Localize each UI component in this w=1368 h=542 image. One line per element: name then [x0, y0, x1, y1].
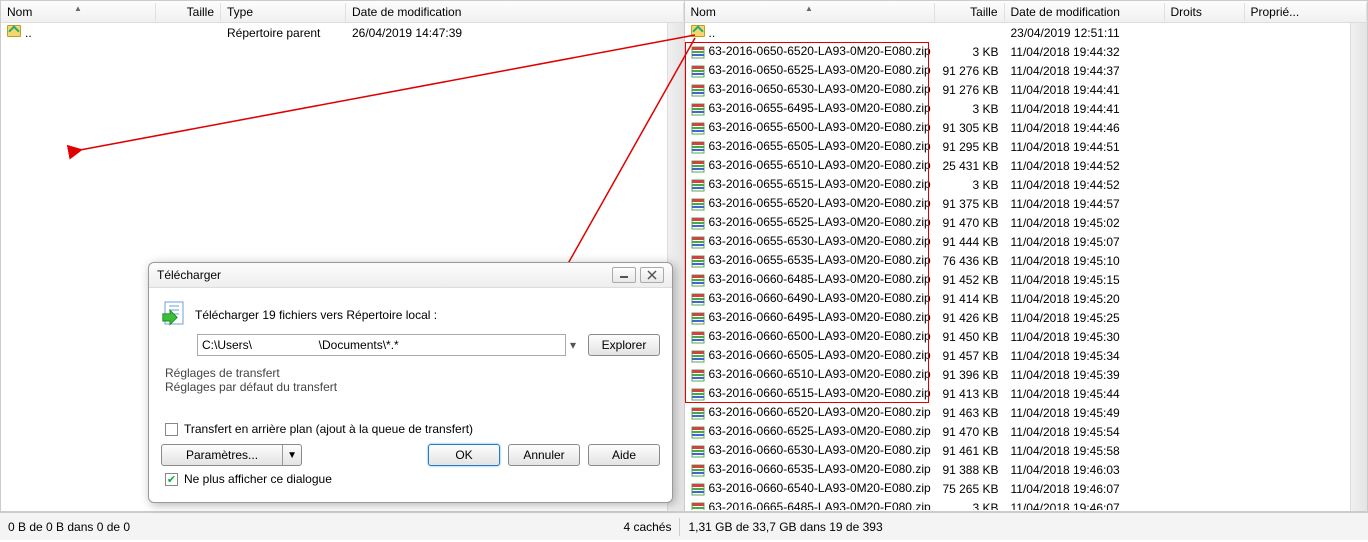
sort-asc-icon: ▲	[805, 4, 813, 13]
zip-icon	[691, 178, 705, 192]
dropdown-icon[interactable]: ▾	[566, 338, 580, 352]
right-file-list[interactable]: ..23/04/2019 12:51:1163-2016-0650-6520-L…	[685, 23, 1351, 510]
zip-icon	[691, 159, 705, 173]
zip-icon	[691, 444, 705, 458]
list-item[interactable]: 63-2016-0650-6530-LA93-0M20-E080.zip91 2…	[685, 80, 1351, 99]
list-item[interactable]: 63-2016-0655-6535-LA93-0M20-E080.zip76 4…	[685, 251, 1351, 270]
list-item[interactable]: 63-2016-0660-6510-LA93-0M20-E080.zip91 3…	[685, 365, 1351, 384]
list-item[interactable]: ..Répertoire parent26/04/2019 14:47:39	[1, 23, 667, 42]
list-item[interactable]: 63-2016-0650-6525-LA93-0M20-E080.zip91 2…	[685, 61, 1351, 80]
zip-icon	[691, 368, 705, 382]
settings-group-label: Réglages de transfert	[161, 366, 660, 380]
default-settings-label: Réglages par défaut du transfert	[161, 380, 660, 394]
list-item[interactable]: ..23/04/2019 12:51:11	[685, 23, 1351, 42]
zip-icon	[691, 330, 705, 344]
list-item[interactable]: 63-2016-0665-6485-LA93-0M20-E080.zip3 KB…	[685, 498, 1351, 510]
zip-icon	[691, 140, 705, 154]
col-size[interactable]: Taille	[935, 3, 1005, 21]
col-owner[interactable]: Proprié...	[1245, 3, 1368, 21]
path-input[interactable]	[197, 334, 566, 356]
zip-icon	[691, 64, 705, 78]
zip-icon	[691, 216, 705, 230]
col-type[interactable]: Type	[221, 3, 346, 21]
zip-icon	[691, 254, 705, 268]
list-item[interactable]: 63-2016-0655-6525-LA93-0M20-E080.zip91 4…	[685, 213, 1351, 232]
list-item[interactable]: 63-2016-0660-6515-LA93-0M20-E080.zip91 4…	[685, 384, 1351, 403]
col-name[interactable]: ▲ Nom	[1, 3, 156, 21]
list-item[interactable]: 63-2016-0655-6530-LA93-0M20-E080.zip91 4…	[685, 232, 1351, 251]
minimize-button[interactable]	[612, 267, 636, 283]
zip-icon	[691, 311, 705, 325]
chevron-down-icon[interactable]: ▼	[283, 445, 301, 465]
list-item[interactable]: 63-2016-0660-6485-LA93-0M20-E080.zip91 4…	[685, 270, 1351, 289]
list-item[interactable]: 63-2016-0655-6500-LA93-0M20-E080.zip91 3…	[685, 118, 1351, 137]
cancel-button[interactable]: Annuler	[508, 444, 580, 466]
no-show-label: Ne plus afficher ce dialogue	[184, 472, 332, 486]
bg-transfer-label: Transfert en arrière plan (ajout à la qu…	[184, 422, 473, 436]
zip-icon	[691, 501, 705, 510]
status-left: 0 B de 0 B dans 0 de 0	[0, 518, 138, 536]
zip-icon	[691, 121, 705, 135]
zip-icon	[691, 273, 705, 287]
right-header: ▲ Nom Taille Date de modification Droits…	[685, 1, 1368, 23]
ok-button[interactable]: OK	[428, 444, 500, 466]
list-item[interactable]: 63-2016-0655-6510-LA93-0M20-E080.zip25 4…	[685, 156, 1351, 175]
list-item[interactable]: 63-2016-0650-6520-LA93-0M20-E080.zip3 KB…	[685, 42, 1351, 61]
list-item[interactable]: 63-2016-0655-6505-LA93-0M20-E080.zip91 2…	[685, 137, 1351, 156]
col-rights[interactable]: Droits	[1165, 3, 1245, 21]
help-button[interactable]: Aide	[588, 444, 660, 466]
scrollbar[interactable]	[1350, 23, 1367, 511]
bg-transfer-checkbox[interactable]	[165, 423, 178, 436]
download-icon	[161, 300, 189, 330]
list-item[interactable]: 63-2016-0660-6500-LA93-0M20-E080.zip91 4…	[685, 327, 1351, 346]
list-item[interactable]: 63-2016-0660-6530-LA93-0M20-E080.zip91 4…	[685, 441, 1351, 460]
zip-icon	[691, 425, 705, 439]
dialog-desc: Télécharger 19 fichiers vers Répertoire …	[195, 308, 437, 322]
zip-icon	[691, 349, 705, 363]
list-item[interactable]: 63-2016-0655-6495-LA93-0M20-E080.zip3 KB…	[685, 99, 1351, 118]
zip-icon	[691, 83, 705, 97]
status-mid: 4 cachés	[615, 518, 679, 536]
col-size[interactable]: Taille	[156, 3, 221, 21]
zip-icon	[691, 235, 705, 249]
close-button[interactable]	[640, 267, 664, 283]
zip-icon	[691, 292, 705, 306]
col-name[interactable]: ▲ Nom	[685, 3, 935, 21]
status-right: 1,31 GB de 33,7 GB dans 19 de 393	[679, 518, 890, 536]
zip-icon	[691, 102, 705, 116]
list-item[interactable]: 63-2016-0660-6495-LA93-0M20-E080.zip91 4…	[685, 308, 1351, 327]
list-item[interactable]: 63-2016-0660-6520-LA93-0M20-E080.zip91 4…	[685, 403, 1351, 422]
list-item[interactable]: 63-2016-0660-6490-LA93-0M20-E080.zip91 4…	[685, 289, 1351, 308]
transfer-settings-button[interactable]: Paramètres... ▼	[161, 444, 302, 466]
download-dialog: Télécharger Télécharger 19 fichiers vers…	[148, 262, 673, 503]
col-modified[interactable]: Date de modification	[1005, 3, 1165, 21]
no-show-checkbox[interactable]: ✔	[165, 473, 178, 486]
col-modified[interactable]: Date de modification	[346, 3, 684, 21]
list-item[interactable]: 63-2016-0660-6540-LA93-0M20-E080.zip75 2…	[685, 479, 1351, 498]
list-item[interactable]: 63-2016-0660-6505-LA93-0M20-E080.zip91 4…	[685, 346, 1351, 365]
left-header: ▲ Nom Taille Type Date de modification	[1, 1, 684, 23]
zip-icon	[691, 463, 705, 477]
folder-up-icon	[7, 25, 21, 37]
sort-asc-icon: ▲	[74, 4, 82, 13]
zip-icon	[691, 197, 705, 211]
list-item[interactable]: 63-2016-0660-6525-LA93-0M20-E080.zip91 4…	[685, 422, 1351, 441]
folder-up-icon	[691, 25, 705, 37]
browse-button[interactable]: Explorer	[588, 334, 660, 356]
statusbar: 0 B de 0 B dans 0 de 0 4 cachés 1,31 GB …	[0, 512, 1368, 540]
list-item[interactable]: 63-2016-0655-6515-LA93-0M20-E080.zip3 KB…	[685, 175, 1351, 194]
list-item[interactable]: 63-2016-0660-6535-LA93-0M20-E080.zip91 3…	[685, 460, 1351, 479]
zip-icon	[691, 387, 705, 401]
right-pane: ▲ Nom Taille Date de modification Droits…	[685, 1, 1368, 511]
list-item[interactable]: 63-2016-0655-6520-LA93-0M20-E080.zip91 3…	[685, 194, 1351, 213]
zip-icon	[691, 45, 705, 59]
dialog-title: Télécharger	[157, 268, 221, 282]
zip-icon	[691, 482, 705, 496]
zip-icon	[691, 406, 705, 420]
